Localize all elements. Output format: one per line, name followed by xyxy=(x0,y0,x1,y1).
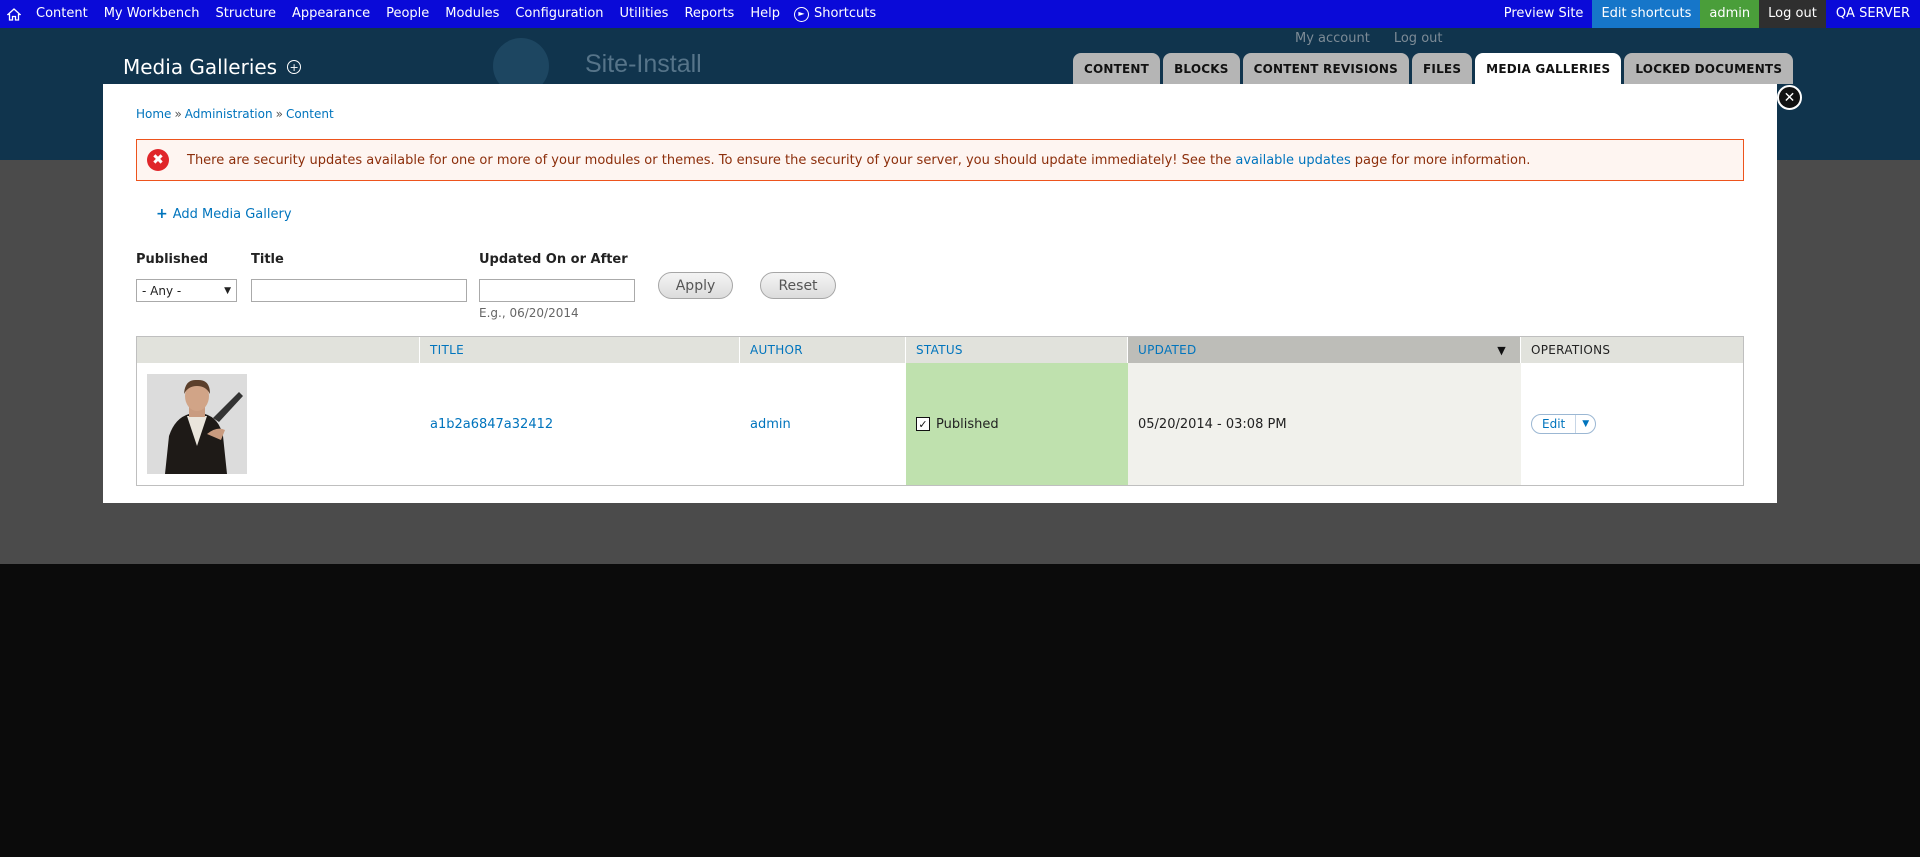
sort-desc-icon: ▼ xyxy=(1497,343,1506,357)
toolbar-menu: Content My Workbench Structure Appearanc… xyxy=(28,0,788,28)
message-text-before: There are security updates available for… xyxy=(187,152,1232,168)
status-text: Published xyxy=(936,416,999,432)
toolbar-people[interactable]: People xyxy=(378,0,437,28)
media-galleries-table: TITLE AUTHOR STATUS UPDATED ▼ OPERATIONS xyxy=(136,336,1744,486)
plus-icon: + xyxy=(156,206,168,222)
tab-content-revisions[interactable]: CONTENT REVISIONS xyxy=(1242,53,1410,84)
toolbar-appearance[interactable]: Appearance xyxy=(284,0,378,28)
updated-filter-label: Updated On or After xyxy=(479,252,628,267)
row-author-cell: admin xyxy=(740,363,906,485)
table-row: a1b2a6847a32412 admin ✓ Published 05/20/… xyxy=(137,363,1743,485)
updated-text: 05/20/2014 - 03:08 PM xyxy=(1138,416,1287,432)
admin-toolbar: Content My Workbench Structure Appearanc… xyxy=(0,0,1920,28)
header-status[interactable]: STATUS xyxy=(906,337,1128,363)
gallery-thumbnail[interactable] xyxy=(147,374,247,474)
header-operations: OPERATIONS xyxy=(1531,343,1611,357)
add-shortcut-icon[interactable]: + xyxy=(287,60,302,74)
preview-site-link[interactable]: Preview Site xyxy=(1494,0,1593,28)
header-title[interactable]: TITLE xyxy=(420,337,740,363)
edit-shortcuts-link[interactable]: Edit shortcuts xyxy=(1592,0,1701,28)
table-header: TITLE AUTHOR STATUS UPDATED ▼ OPERATIONS xyxy=(137,337,1743,363)
user-account-link[interactable]: admin xyxy=(1700,0,1760,28)
title-filter-label: Title xyxy=(251,252,284,267)
breadcrumb-administration[interactable]: Administration xyxy=(185,107,273,121)
row-status-cell: ✓ Published xyxy=(906,363,1128,485)
row-title-cell: a1b2a6847a32412 xyxy=(420,363,740,485)
gallery-title-link[interactable]: a1b2a6847a32412 xyxy=(430,417,553,432)
toolbar-modules[interactable]: Modules xyxy=(437,0,507,28)
secondary-menu: My account Log out xyxy=(1295,31,1443,46)
published-filter-label: Published xyxy=(136,252,209,267)
shortcuts-toggle[interactable]: ► Shortcuts xyxy=(788,0,882,28)
tab-content[interactable]: CONTENT xyxy=(1073,53,1161,84)
my-account-link[interactable]: My account xyxy=(1295,31,1370,46)
author-link[interactable]: admin xyxy=(750,417,791,432)
breadcrumb-home[interactable]: Home xyxy=(136,107,171,121)
toolbar-my-workbench[interactable]: My Workbench xyxy=(96,0,208,28)
page-footer-background xyxy=(0,564,1920,857)
breadcrumb: Home» Administration» Content xyxy=(136,107,334,121)
add-media-gallery-link[interactable]: + Add Media Gallery xyxy=(156,206,292,222)
error-message: ✖ There are security updates available f… xyxy=(136,139,1744,181)
add-media-gallery-label: Add Media Gallery xyxy=(172,206,292,222)
published-select[interactable]: - Any - ▼ xyxy=(136,279,237,302)
error-icon: ✖ xyxy=(147,149,169,171)
row-operations-cell: Edit ▼ xyxy=(1521,363,1743,485)
toolbar-utilities[interactable]: Utilities xyxy=(612,0,677,28)
shortcuts-label: Shortcuts xyxy=(813,6,877,21)
close-overlay-icon[interactable]: ✕ xyxy=(1777,85,1802,110)
tab-files[interactable]: FILES xyxy=(1412,53,1473,84)
tab-media-galleries[interactable]: MEDIA GALLERIES xyxy=(1475,53,1622,84)
edit-dropbutton: Edit ▼ xyxy=(1531,414,1597,434)
toolbar-reports[interactable]: Reports xyxy=(676,0,742,28)
tab-blocks[interactable]: BLOCKS xyxy=(1163,53,1240,84)
reset-button[interactable]: Reset xyxy=(760,272,836,299)
page-title: Media Galleries xyxy=(123,55,278,79)
toolbar-content[interactable]: Content xyxy=(28,0,96,28)
updated-filter-hint: E.g., 06/20/2014 xyxy=(479,306,579,320)
overlay-panel: Home» Administration» Content ✖ There are … xyxy=(103,84,1777,503)
title-filter-input[interactable] xyxy=(251,279,467,302)
toolbar-configuration[interactable]: Configuration xyxy=(507,0,611,28)
header-updated[interactable]: UPDATED ▼ xyxy=(1128,337,1521,363)
header-author[interactable]: AUTHOR xyxy=(740,337,906,363)
toolbar-help[interactable]: Help xyxy=(742,0,788,28)
shortcuts-icon: ► xyxy=(793,6,809,22)
overlay-title: Media Galleries + xyxy=(123,55,302,79)
available-updates-link[interactable]: available updates xyxy=(1235,153,1350,168)
breadcrumb-content[interactable]: Content xyxy=(286,107,334,121)
tab-locked-documents[interactable]: LOCKED DOCUMENTS xyxy=(1624,53,1794,84)
apply-button[interactable]: Apply xyxy=(658,272,733,299)
server-label: QA SERVER xyxy=(1825,0,1920,28)
published-check-icon: ✓ xyxy=(916,417,930,431)
site-name: Site-Install xyxy=(585,50,702,78)
edit-button[interactable]: Edit xyxy=(1532,415,1577,433)
updated-filter-input[interactable] xyxy=(479,279,635,302)
overlay-tabs: CONTENT BLOCKS CONTENT REVISIONS FILES M… xyxy=(1073,53,1794,84)
row-updated-cell: 05/20/2014 - 03:08 PM xyxy=(1128,363,1521,485)
toolbar-structure[interactable]: Structure xyxy=(208,0,284,28)
header-image xyxy=(137,337,420,363)
logout-link[interactable]: Log out xyxy=(1759,0,1826,28)
dropbutton-toggle-icon[interactable]: ▼ xyxy=(1576,419,1595,429)
row-image-cell xyxy=(137,363,420,485)
home-icon[interactable] xyxy=(0,0,28,28)
chevron-down-icon: ▼ xyxy=(224,285,231,296)
message-text-after: page for more information. xyxy=(1354,152,1531,168)
header-logout-link[interactable]: Log out xyxy=(1394,31,1443,46)
